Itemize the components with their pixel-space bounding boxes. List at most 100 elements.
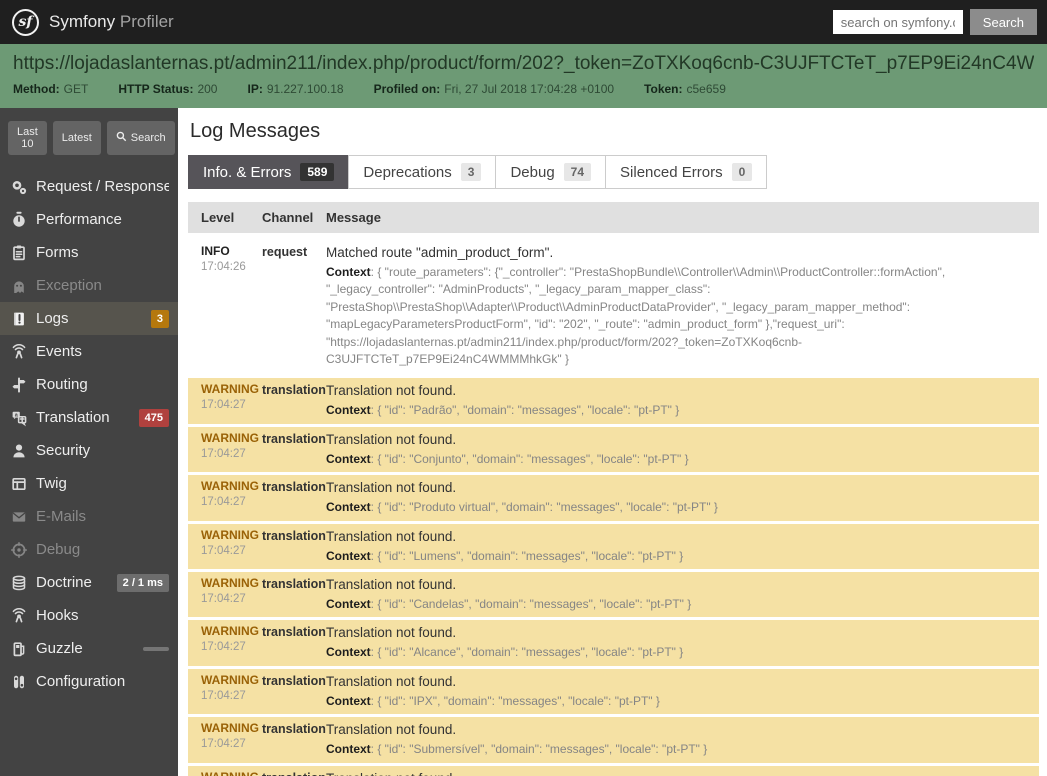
log-channel: translation xyxy=(262,528,326,543)
log-row: WARNING 17:04:27 translation Translation… xyxy=(188,523,1039,570)
profile-search-button[interactable]: Search xyxy=(106,121,175,155)
log-row: WARNING 17:04:27 translation Translation… xyxy=(188,426,1039,473)
sidebar-item-request-response[interactable]: Request / Response xyxy=(0,170,178,203)
sidebar-item-twig[interactable]: Twig xyxy=(0,467,178,500)
log-tabs: Info. & Errors 589 Deprecations 3 Debug … xyxy=(188,155,1039,189)
symfony-logo-icon: sf xyxy=(12,8,39,36)
log-context: Context: { "id": "Alcance", "domain": "m… xyxy=(326,645,684,660)
log-row: WARNING 17:04:27 translation Translation… xyxy=(188,572,1039,618)
tab-label: Deprecations xyxy=(363,163,452,181)
log-message: Matched route "admin_product_form". xyxy=(326,245,554,260)
log-row: WARNING 17:04:27 translation Translation… xyxy=(188,475,1039,521)
log-table-header: Level Channel Message xyxy=(188,202,1039,233)
log-time: 17:04:27 xyxy=(201,496,246,509)
broadcast-icon xyxy=(10,343,36,361)
sidebar-item-doctrine[interactable]: Doctrine 2 / 1 ms xyxy=(0,566,178,599)
log-time: 17:04:27 xyxy=(201,544,246,557)
user-icon xyxy=(10,442,36,460)
tab-info-errors[interactable]: Info. & Errors 589 xyxy=(188,155,350,189)
sidebar-quick-buttons: Last 10 Latest Search xyxy=(0,108,178,164)
log-level: WARNING xyxy=(201,527,259,542)
log-time: 17:04:27 xyxy=(201,399,246,412)
sidebar-item-forms[interactable]: Forms xyxy=(0,236,178,269)
log-context: Context: { "id": "Lumens", "domain": "me… xyxy=(326,548,684,563)
sidebar-item-hooks[interactable]: Hooks xyxy=(0,599,178,632)
tab-label: Info. & Errors xyxy=(203,163,292,181)
log-time: 17:04:27 xyxy=(201,447,246,460)
sidebar-item-security[interactable]: Security xyxy=(0,434,178,467)
column-channel: Channel xyxy=(262,210,314,225)
log-channel: request xyxy=(262,245,308,259)
log-message: Translation not found. xyxy=(326,722,457,738)
search-icon xyxy=(116,131,127,145)
sidebar-item-logs[interactable]: Logs 3 xyxy=(0,302,178,335)
symfony-search-button[interactable]: Search xyxy=(969,9,1037,35)
meta-profiled-on: Profiled on: Fri, 27 Jul 2018 17:04:28 +0… xyxy=(373,82,615,96)
log-level: INFO xyxy=(201,244,230,258)
column-message: Message xyxy=(326,210,381,225)
sidebar-item-label: Forms xyxy=(36,244,79,261)
log-message: Translation not found. xyxy=(326,770,1027,776)
tab-deprecations[interactable]: Deprecations 3 xyxy=(348,155,497,189)
sidebar-item-guzzle[interactable]: Guzzle xyxy=(0,632,178,665)
sidebar-item-configuration[interactable]: Configuration xyxy=(0,665,178,698)
sidebar-item-label: Configuration xyxy=(36,673,126,690)
sidebar-item-label: E-Mails xyxy=(36,508,87,525)
tab-count-badge: 589 xyxy=(300,163,335,181)
log-channel: translation xyxy=(262,625,326,640)
tab-count-badge: 0 xyxy=(731,163,753,181)
envelope-icon xyxy=(10,508,36,526)
log-row: WARNING 17:04:27 translation Translation… xyxy=(188,717,1039,763)
log-level: WARNING xyxy=(201,576,259,591)
sidebar-badge: 3 xyxy=(150,309,169,328)
sidebar-item-e-mails[interactable]: E-Mails xyxy=(0,500,178,533)
meta-token: Token: c5e659 xyxy=(644,82,726,96)
sidebar-item-label: Debug xyxy=(36,541,81,558)
gears-icon xyxy=(10,178,36,196)
log-context: Context: { "id": "Candelas", "domain": "… xyxy=(326,597,692,612)
sidebar-badge: 2 / 1 ms xyxy=(116,573,169,592)
sidebar-item-events[interactable]: Events xyxy=(0,335,178,368)
sidebar-item-label: Logs xyxy=(36,310,69,327)
ghost-icon xyxy=(10,277,36,295)
latest-button[interactable]: Latest xyxy=(52,121,101,155)
sidebar-item-exception[interactable]: Exception xyxy=(0,269,178,302)
log-channel: translation xyxy=(262,383,326,398)
log-channel: translation xyxy=(262,770,326,776)
sidebar-item-translation[interactable]: a Translation 475 xyxy=(0,401,178,434)
sidebar-item-debug[interactable]: Debug xyxy=(0,533,178,566)
last-10-button[interactable]: Last 10 xyxy=(8,121,47,155)
symfony-search-input[interactable] xyxy=(832,10,963,34)
meta-ip: IP: 91.227.100.18 xyxy=(247,82,344,96)
sidebar-item-performance[interactable]: Performance xyxy=(0,203,178,236)
twig-icon xyxy=(10,475,36,493)
log-level: WARNING xyxy=(201,770,262,776)
log-message: Translation not found. xyxy=(326,480,457,496)
log-context: Context: { "id": "Produto virtual", "dom… xyxy=(326,500,718,515)
log-row: INFO 17:04:26 request Matched route "adm… xyxy=(188,235,1039,376)
sidebar-item-label: Twig xyxy=(36,475,67,492)
app-title: Symfony Profiler xyxy=(49,12,174,32)
log-context: Context: { "route_parameters": {"_contro… xyxy=(326,265,946,367)
log-channel: translation xyxy=(262,577,326,592)
sidebar-item-label: Routing xyxy=(36,376,88,393)
sidebar-item-routing[interactable]: Routing xyxy=(0,368,178,401)
sidebar-menu: Request / Response Performance Forms Exc… xyxy=(0,170,178,698)
log-context: Context: { "id": "Padrão", "domain": "me… xyxy=(326,403,680,418)
debug-icon xyxy=(10,541,36,559)
tab-silenced-errors[interactable]: Silenced Errors 0 xyxy=(605,155,768,189)
meta-http-status: HTTP Status: 200 xyxy=(118,82,218,96)
log-level: WARNING xyxy=(201,382,259,397)
tab-debug[interactable]: Debug 74 xyxy=(495,155,607,189)
main-panel: Log Messages Info. & Errors 589 Deprecat… xyxy=(178,108,1047,776)
log-row: WARNING 17:04:27 translation Translation… xyxy=(188,668,1039,715)
log-channel: translation xyxy=(262,480,326,495)
log-message: Translation not found. xyxy=(326,577,457,593)
log-message: Translation not found. xyxy=(326,673,457,689)
log-book-icon xyxy=(10,310,36,328)
fuel-pump-icon xyxy=(10,640,36,658)
signpost-icon xyxy=(10,376,36,394)
column-level: Level xyxy=(201,210,235,225)
sidebar-item-label: Guzzle xyxy=(36,640,83,657)
stopwatch-icon xyxy=(10,211,36,229)
